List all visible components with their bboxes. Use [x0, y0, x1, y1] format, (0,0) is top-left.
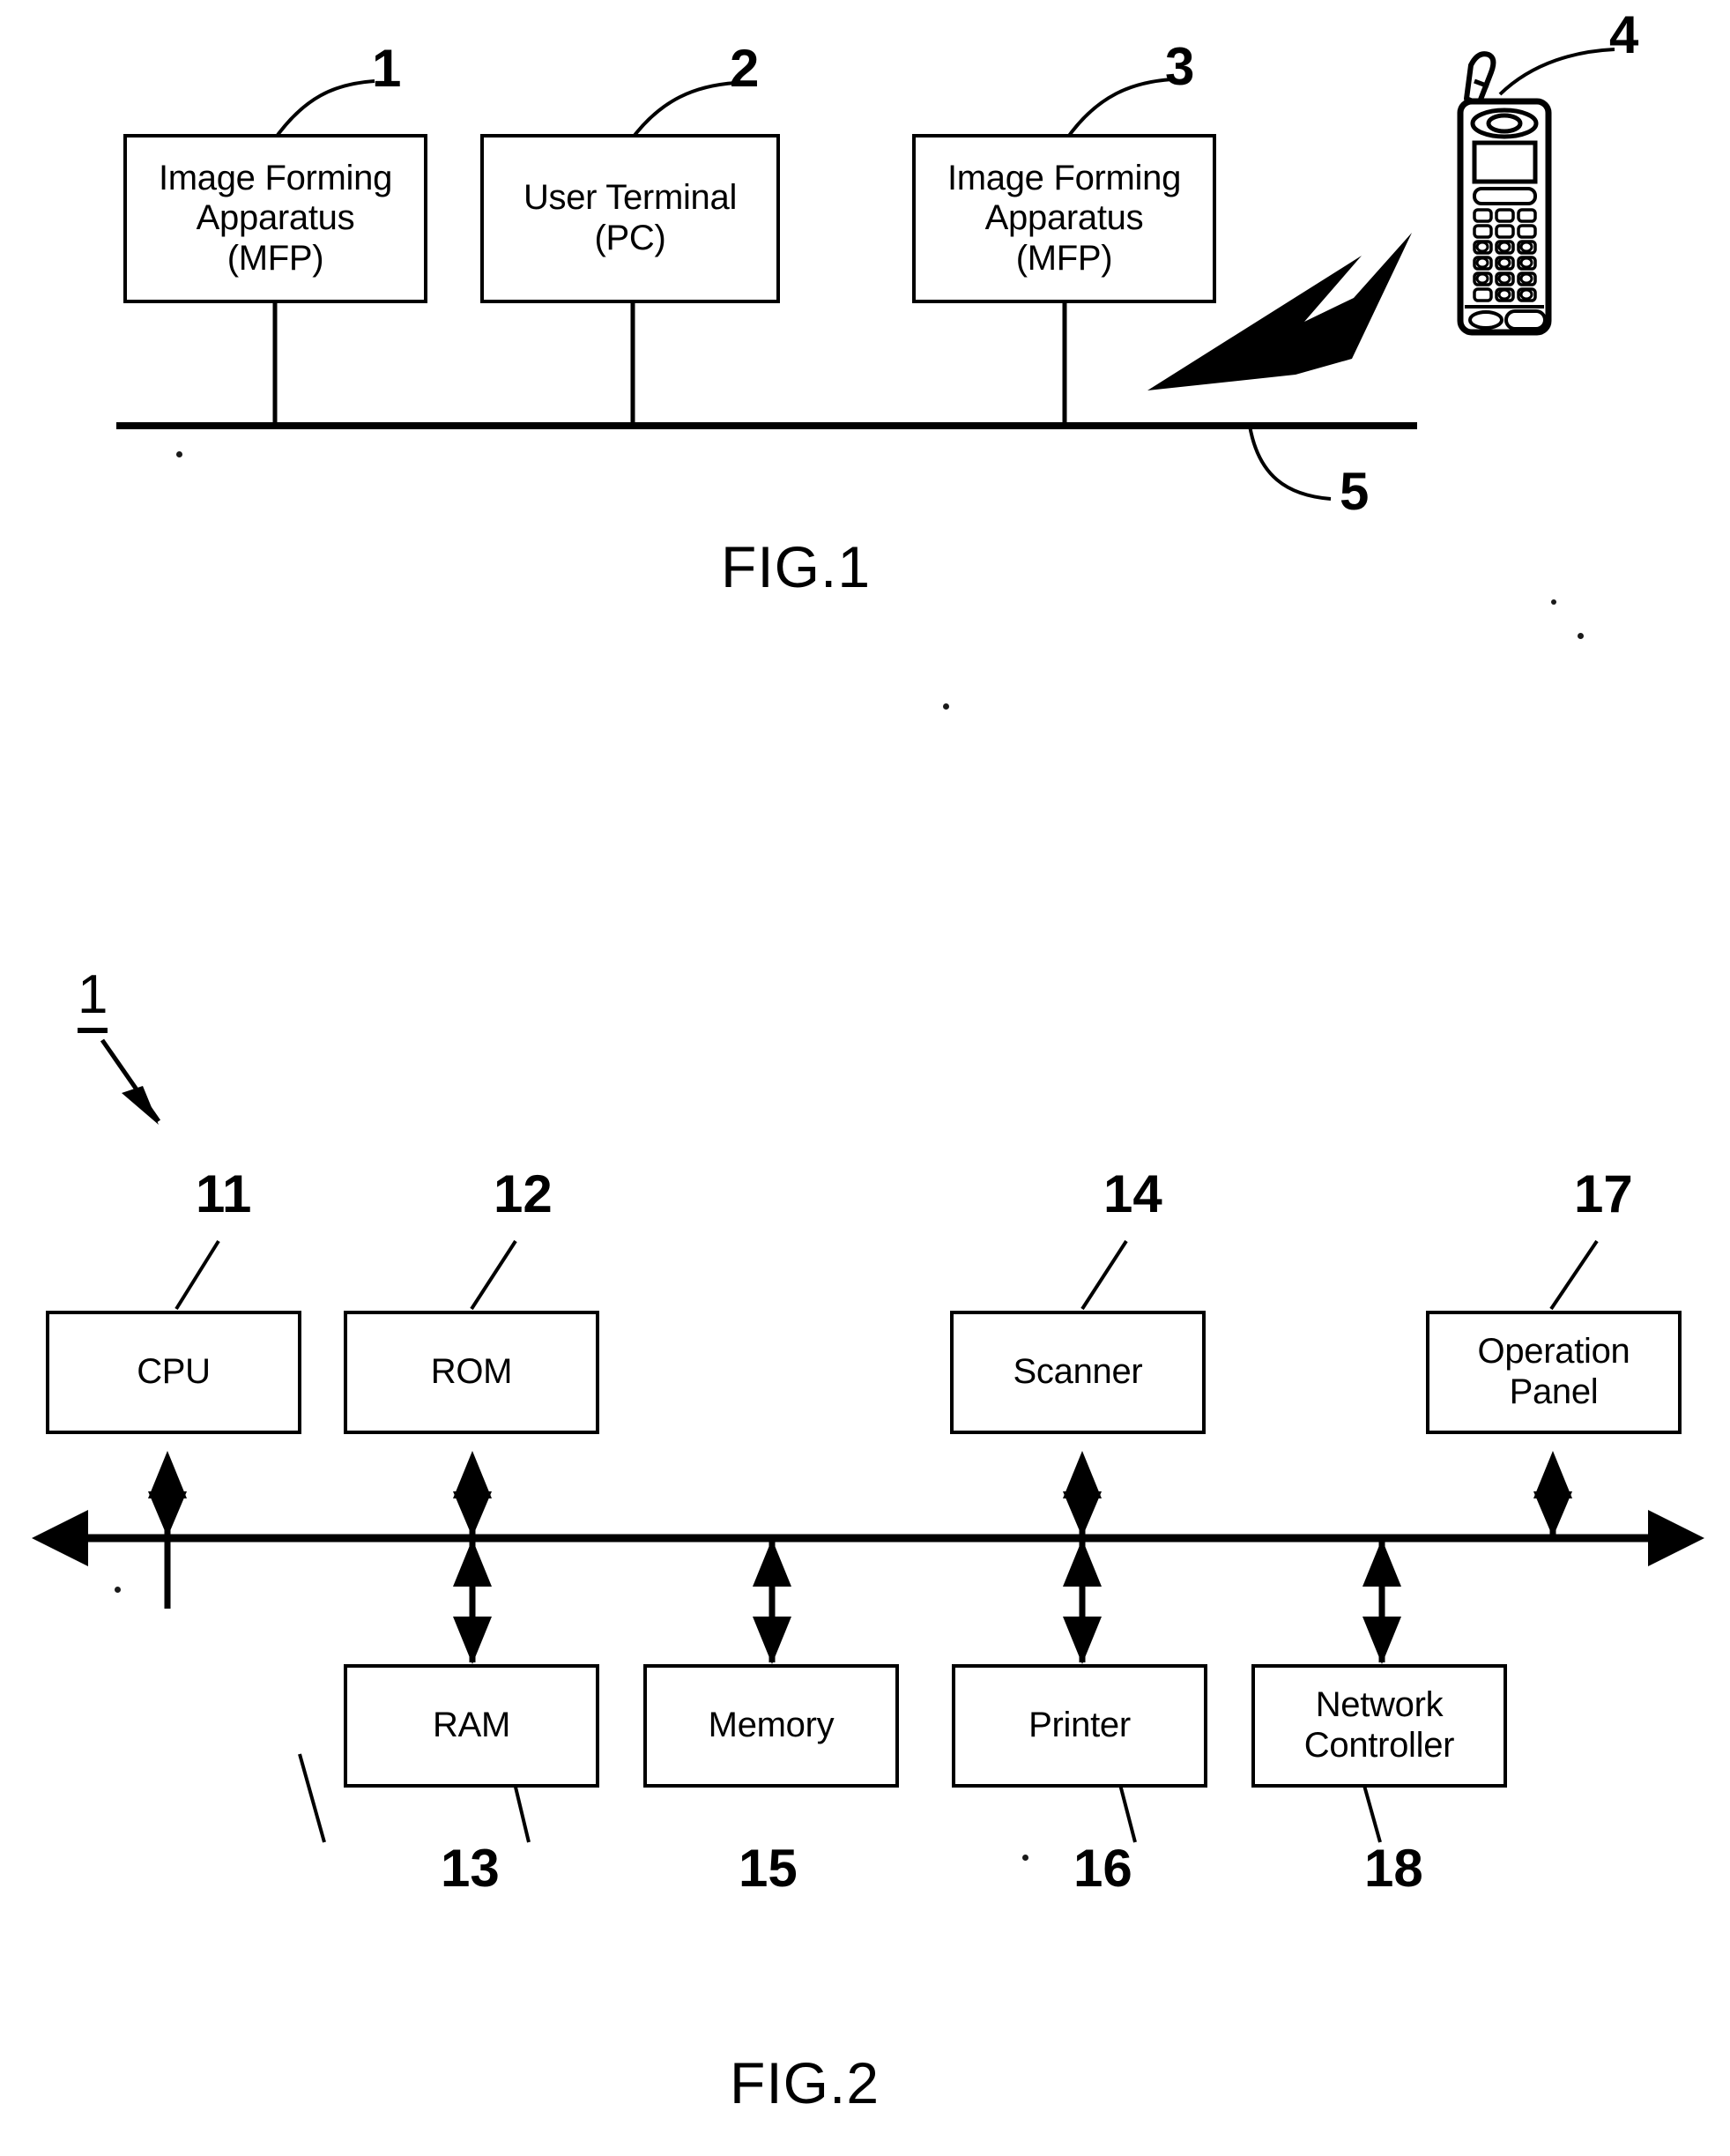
node-label: Memory: [708, 1706, 835, 1745]
figure-caption-1: FIG.1: [721, 534, 872, 599]
leader-line-ref-1: [271, 79, 375, 143]
node-label: User Terminal (PC): [523, 178, 738, 257]
node-memory[interactable]: Memory: [643, 1664, 899, 1788]
node-label: CPU: [137, 1352, 211, 1392]
node-network-controller[interactable]: Network Controller: [1251, 1664, 1507, 1788]
node-label: Operation Panel: [1477, 1332, 1630, 1411]
bus-connector-rom: [453, 1451, 492, 1538]
ref-numeral-16: 16: [1073, 1839, 1132, 1898]
bus-connector-operation-panel: [1533, 1451, 1572, 1538]
node-label: Network Controller: [1303, 1685, 1455, 1765]
node-image-forming-apparatus-right[interactable]: Image Forming Apparatus (MFP): [912, 134, 1216, 303]
leader-line-ref-13: [298, 1753, 326, 1843]
leader-line-ref-4: [1498, 48, 1615, 96]
leader-line-ref-3: [1065, 78, 1173, 141]
ref-numeral-14: 14: [1103, 1164, 1162, 1223]
patent-drawing-sheet: Image Forming Apparatus (MFP) User Termi…: [0, 0, 1730, 2156]
bus-connector-printer: [1063, 1539, 1102, 1664]
leader-line-ref-12: [470, 1239, 517, 1311]
leader-line-ref-17: [1549, 1239, 1599, 1311]
ref-numeral-17: 17: [1574, 1164, 1633, 1223]
leader-line-ref-14: [1080, 1239, 1128, 1311]
bus-connector-scanner: [1063, 1451, 1102, 1538]
system-bus-arrow-left: [32, 1510, 88, 1566]
scan-speck: [115, 1587, 121, 1593]
scan-speck: [943, 703, 949, 710]
node-label: Scanner: [1013, 1352, 1143, 1392]
bus-connector-network-controller: [1362, 1539, 1401, 1664]
node-image-forming-apparatus-left[interactable]: Image Forming Apparatus (MFP): [123, 134, 427, 303]
drawing-vector-layer: [32, 48, 1704, 1843]
assembly-arrow-shaft: [100, 1038, 161, 1123]
ref-numeral-11: 11: [196, 1164, 252, 1223]
node-label: Image Forming Apparatus (MFP): [947, 158, 1182, 278]
ref-numeral-18: 18: [1364, 1839, 1423, 1898]
leader-line-ref-5: [1248, 425, 1332, 501]
ref-numeral-1: 1: [372, 39, 402, 98]
scan-speck: [1551, 599, 1556, 605]
ref-numeral-assembly-1: 1: [78, 968, 108, 1033]
ref-numeral-5: 5: [1340, 462, 1370, 521]
node-user-terminal[interactable]: User Terminal (PC): [480, 134, 780, 303]
node-ram[interactable]: RAM: [344, 1664, 599, 1788]
scan-speck: [1022, 1855, 1028, 1861]
mobile-phone-icon: [1457, 51, 1552, 336]
node-label: RAM: [433, 1706, 510, 1745]
bus-connector-ram: [453, 1539, 492, 1664]
ref-numeral-2: 2: [730, 39, 760, 98]
ref-numeral-12: 12: [494, 1164, 553, 1223]
scan-speck: [176, 451, 182, 457]
figure-caption-2: FIG.2: [730, 2050, 880, 2115]
ref-numeral-15: 15: [739, 1839, 798, 1898]
system-bus-arrow-right: [1648, 1510, 1704, 1566]
node-label: ROM: [430, 1352, 513, 1392]
leader-line-ref-11: [174, 1239, 220, 1311]
ref-numeral-3: 3: [1165, 37, 1195, 96]
leader-line-ref-2: [628, 81, 737, 143]
node-label: Printer: [1028, 1706, 1131, 1745]
node-printer[interactable]: Printer: [952, 1664, 1207, 1788]
ref-numeral-13: 13: [441, 1839, 500, 1898]
bus-connector-cpu: [148, 1451, 187, 1609]
assembly-arrow-head: [122, 1086, 159, 1125]
scan-speck: [1578, 633, 1584, 639]
node-scanner[interactable]: Scanner: [950, 1311, 1206, 1434]
node-operation-panel[interactable]: Operation Panel: [1426, 1311, 1682, 1434]
ref-numeral-4: 4: [1609, 5, 1639, 64]
node-label: Image Forming Apparatus (MFP): [158, 158, 393, 278]
node-rom[interactable]: ROM: [344, 1311, 599, 1434]
bus-connector-memory: [753, 1539, 791, 1664]
node-cpu[interactable]: CPU: [46, 1311, 301, 1434]
